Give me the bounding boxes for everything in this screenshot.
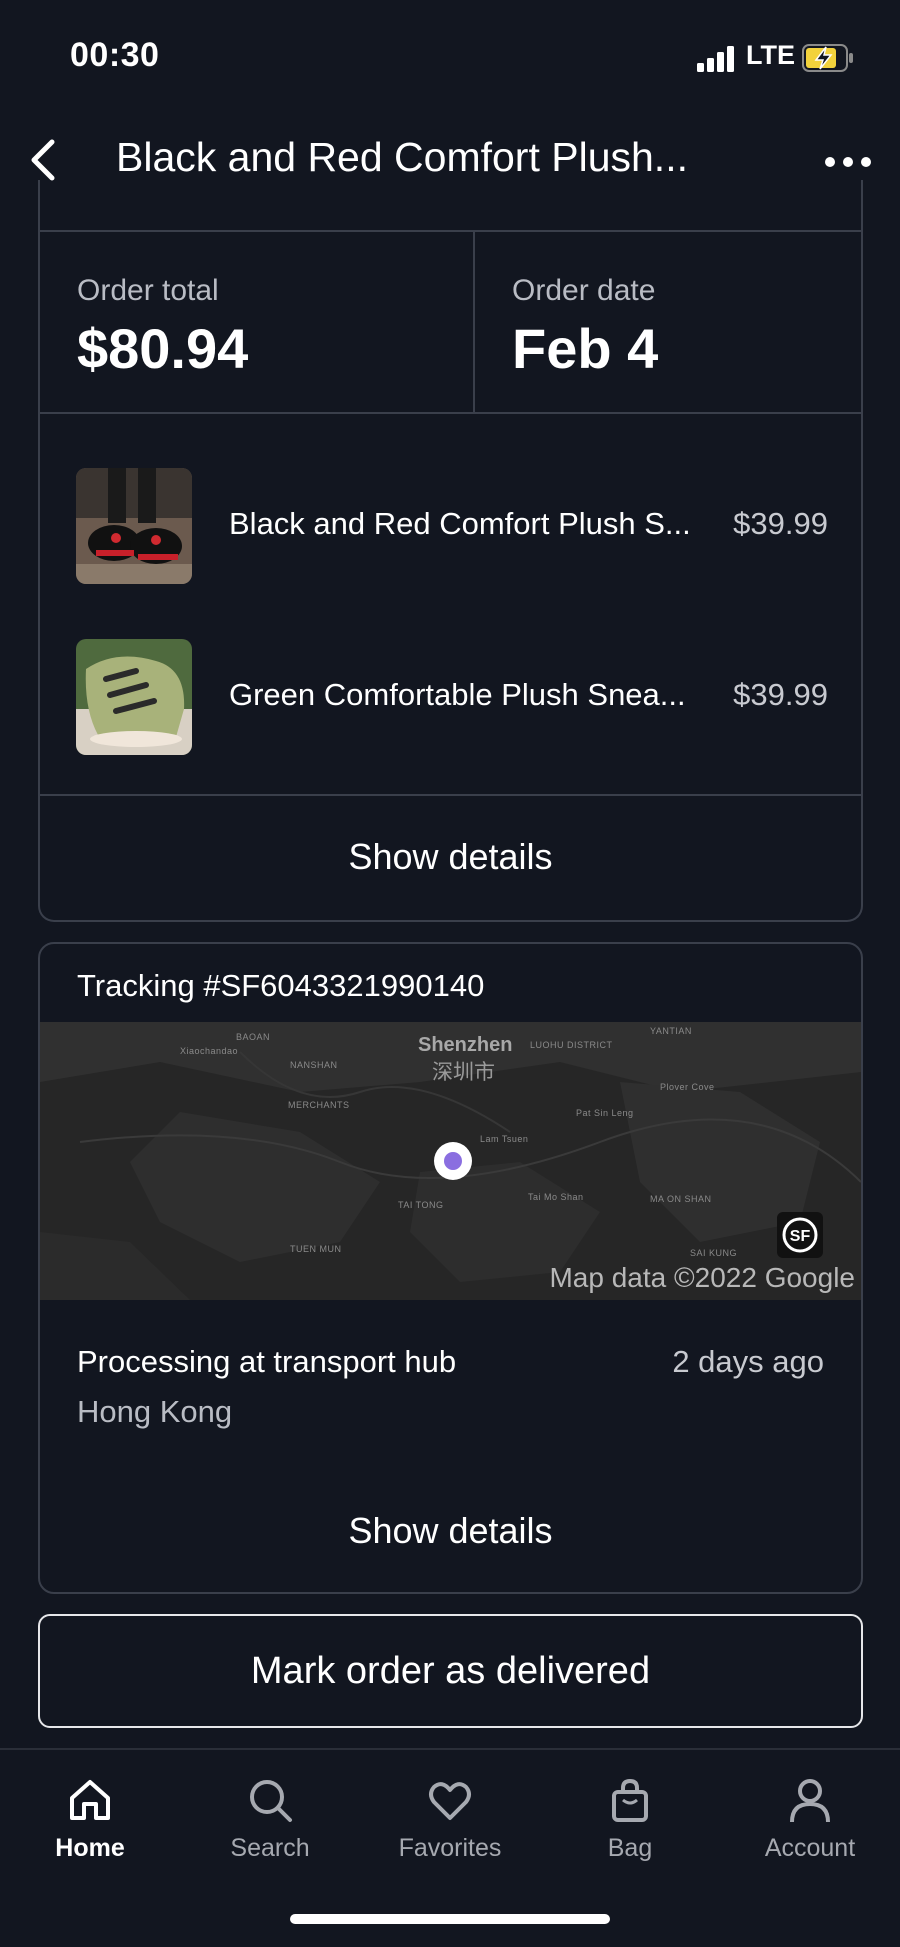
network-type: LTE bbox=[746, 40, 795, 70]
home-indicator bbox=[290, 1914, 610, 1924]
map-place-label: MERCHANTS bbox=[288, 1100, 350, 1110]
map-place-label: NANSHAN bbox=[290, 1060, 338, 1070]
user-icon bbox=[790, 1779, 830, 1823]
item-price: $39.99 bbox=[733, 506, 828, 541]
divider bbox=[40, 794, 861, 796]
tracking-location: Hong Kong bbox=[77, 1394, 233, 1429]
tab-label: Search bbox=[230, 1834, 310, 1862]
map-place-label: TAI TONG bbox=[398, 1200, 444, 1210]
svg-text:SF: SF bbox=[790, 1228, 811, 1245]
tracking-map[interactable]: BAOAN Xiaochandao NANSHAN LUOHU DISTRICT… bbox=[40, 1022, 861, 1300]
tab-account[interactable]: Account bbox=[720, 1764, 900, 1884]
status-time: 00:30 bbox=[70, 36, 160, 74]
order-total-value: $80.94 bbox=[77, 317, 249, 380]
tab-bag[interactable]: Bag bbox=[540, 1764, 720, 1884]
tab-label: Bag bbox=[607, 1834, 653, 1862]
tracking-number: Tracking #SF6043321990140 bbox=[77, 968, 485, 1003]
map-place-label: Plover Cove bbox=[660, 1082, 715, 1092]
divider bbox=[40, 230, 861, 232]
divider bbox=[40, 412, 861, 414]
tab-label: Favorites bbox=[398, 1834, 502, 1862]
order-date-label: Order date bbox=[512, 274, 656, 307]
location-pin-icon bbox=[434, 1142, 472, 1180]
page-title: Black and Red Comfort Plush... bbox=[116, 134, 688, 180]
order-show-details-button[interactable]: Show details bbox=[40, 836, 861, 878]
search-icon bbox=[250, 1780, 292, 1822]
order-summary-card: Order total $80.94 Order date Feb 4 Blac… bbox=[38, 180, 863, 922]
order-date-value: Feb 4 bbox=[512, 317, 659, 380]
tab-search[interactable]: Search bbox=[180, 1764, 360, 1884]
sf-express-logo: SF bbox=[777, 1212, 823, 1258]
map-place-label: TUEN MUN bbox=[290, 1244, 342, 1254]
map-attribution: Map data ©2022 Google bbox=[549, 1262, 855, 1293]
green-plush-sneaker-photo bbox=[76, 639, 192, 755]
map-city-label-cn: 深圳市 bbox=[432, 1061, 495, 1084]
order-detail-screen: 00:30 LTE Black and Red Comfort Plush... bbox=[0, 0, 900, 1947]
tracking-time: 2 days ago bbox=[672, 1344, 824, 1379]
map-place-label: BAOAN bbox=[236, 1032, 271, 1042]
map-place-label: Xiaochandao bbox=[180, 1046, 239, 1056]
chevron-left-icon bbox=[31, 139, 55, 181]
signal-icon bbox=[697, 46, 734, 72]
home-icon bbox=[70, 1780, 110, 1820]
more-horizontal-icon bbox=[825, 157, 871, 167]
order-item[interactable]: Black and Red Comfort Plush S... $39.99 bbox=[76, 468, 828, 586]
tab-favorites[interactable]: Favorites bbox=[360, 1764, 540, 1884]
item-name: Black and Red Comfort Plush S... bbox=[229, 506, 691, 541]
tracking-card: Tracking #SF6043321990140 BAOAN Xiaochan… bbox=[38, 942, 863, 1594]
map-place-label: Lam Tsuen bbox=[480, 1134, 529, 1144]
map-place-label: YANTIAN bbox=[650, 1026, 692, 1036]
map-place-label: SAI KUNG bbox=[690, 1248, 738, 1258]
map-place-label: Pat Sin Leng bbox=[576, 1108, 634, 1118]
order-item[interactable]: Green Comfortable Plush Snea... $39.99 bbox=[76, 639, 828, 757]
tab-label: Home bbox=[55, 1834, 125, 1862]
heart-icon bbox=[429, 1782, 471, 1820]
divider bbox=[473, 230, 475, 412]
map-place-label: MA ON SHAN bbox=[650, 1194, 712, 1204]
tab-home[interactable]: Home bbox=[0, 1764, 180, 1884]
map-city-label: Shenzhen bbox=[418, 1034, 513, 1056]
tracking-show-details-button[interactable]: Show details bbox=[40, 1510, 861, 1552]
order-total-label: Order total bbox=[77, 274, 219, 307]
tab-label: Account bbox=[764, 1834, 856, 1862]
battery-charging-icon bbox=[802, 44, 853, 72]
black-red-sneakers-photo bbox=[76, 468, 192, 584]
mark-delivered-button[interactable]: Mark order as delivered bbox=[38, 1614, 863, 1728]
item-name: Green Comfortable Plush Snea... bbox=[229, 677, 686, 712]
tracking-status: Processing at transport hub bbox=[77, 1344, 457, 1379]
map-place-label: Tai Mo Shan bbox=[528, 1192, 584, 1202]
map-place-label: LUOHU DISTRICT bbox=[530, 1040, 613, 1050]
bag-icon bbox=[612, 1778, 648, 1822]
status-bar: 00:30 LTE bbox=[0, 0, 900, 110]
item-price: $39.99 bbox=[733, 677, 828, 712]
